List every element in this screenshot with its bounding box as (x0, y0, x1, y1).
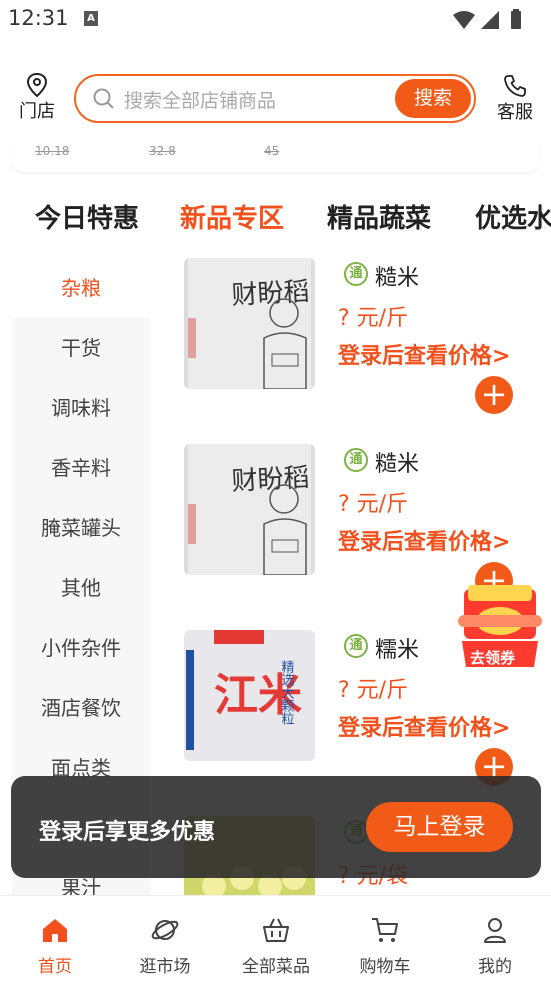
strikethrough-price: 32.8 (149, 144, 176, 158)
previous-section-strip: 10.18 32.8 45 (12, 138, 539, 172)
category-item-spices[interactable]: 香辛料 (12, 438, 150, 498)
search-bar[interactable]: 搜索全部店铺商品 搜索 (74, 74, 476, 123)
tab-today-deals[interactable]: 今日特惠 (35, 198, 139, 235)
phone-icon (504, 75, 526, 97)
nav-all-dishes[interactable]: 全部菜品 (236, 916, 316, 977)
coupon-float-button[interactable]: 去领券 (458, 585, 542, 671)
category-item-dried-goods[interactable]: 干货 (12, 318, 150, 378)
basket-icon (263, 918, 289, 942)
product-badge: 通 (344, 448, 368, 472)
section-tabs: 今日特惠 新品专区 精品蔬菜 优选水果 (15, 184, 551, 254)
category-item-small-items[interactable]: 小件杂件 (12, 618, 150, 678)
wifi-icon (453, 11, 475, 29)
login-to-view-price[interactable]: 登录后查看价格> (338, 338, 521, 370)
notification-icon: A (84, 11, 98, 26)
product-price: ? 元/斤 (338, 492, 409, 517)
product-name: 糙米 (375, 266, 420, 291)
product-image[interactable]: 财盼稻 (184, 444, 315, 575)
nav-home[interactable]: 首页 (15, 916, 95, 977)
search-input[interactable]: 搜索全部店铺商品 (124, 86, 276, 113)
product-image[interactable]: 财盼稻 (184, 258, 315, 389)
service-label: 客服 (497, 102, 533, 123)
product-badge: 通 (344, 634, 368, 658)
user-icon (484, 918, 506, 943)
category-item-pickles-cans[interactable]: 腌菜罐头 (12, 498, 150, 558)
planet-icon (151, 920, 179, 940)
product-price: ? 元/斤 (338, 678, 409, 703)
signal-icon (481, 11, 499, 29)
nav-cart[interactable]: 购物车 (345, 916, 425, 977)
product-image-text: 财盼稻 (231, 277, 310, 311)
product-image[interactable]: 江米 精选大颗粒 (184, 630, 315, 761)
product-card[interactable]: 财盼稻 通 糙米 ? 元/斤 登录后查看价格> + (150, 258, 540, 444)
product-name: 糙米 (375, 452, 420, 477)
search-button[interactable]: 搜索 (395, 79, 471, 118)
product-image-text: 财盼稻 (231, 463, 310, 497)
search-icon (93, 88, 114, 109)
store-button[interactable]: 门店 (14, 72, 60, 123)
cart-icon (372, 918, 398, 942)
coupon-label: 去领券 (470, 649, 516, 667)
status-time: 12:31 (8, 6, 69, 30)
nav-home-label: 首页 (38, 957, 72, 977)
product-badge: 通 (344, 262, 368, 286)
login-prompt-toast: 登录后享更多优惠 马上登录 (11, 776, 541, 878)
bottom-nav: 首页 逛市场 全部菜品 购物车 我的 (0, 895, 551, 982)
category-item-other[interactable]: 其他 (12, 558, 150, 618)
add-to-cart-button[interactable]: + (475, 376, 513, 414)
category-item-hotel-dining[interactable]: 酒店餐饮 (12, 678, 150, 738)
system-icons (451, 9, 537, 35)
nav-cart-label: 购物车 (359, 957, 411, 977)
login-to-view-price[interactable]: 登录后查看价格> (338, 524, 521, 556)
product-price: ? 元/斤 (338, 306, 409, 331)
top-header: 门店 搜索全部店铺商品 搜索 客服 (0, 64, 551, 138)
login-prompt-message: 登录后享更多优惠 (39, 820, 216, 845)
nav-all-dishes-label: 全部菜品 (242, 957, 310, 977)
status-bar: 12:31 A (0, 0, 551, 40)
login-to-view-price[interactable]: 登录后查看价格> (338, 710, 521, 742)
strikethrough-price: 45 (264, 144, 280, 158)
strikethrough-price: 10.18 (35, 144, 70, 158)
customer-service-button[interactable]: 客服 (494, 74, 536, 124)
product-image-side-text: 精选大颗粒 (279, 660, 295, 725)
nav-mine-label: 我的 (478, 957, 512, 977)
nav-market-label: 逛市场 (139, 957, 191, 977)
product-name: 糯米 (375, 638, 420, 663)
battery-icon (511, 11, 521, 29)
tab-premium-vegetables[interactable]: 精品蔬菜 (327, 198, 431, 235)
tab-selected-fruits[interactable]: 优选水果 (475, 198, 551, 235)
category-item-seasoning[interactable]: 调味料 (12, 378, 150, 438)
location-pin-icon (26, 72, 48, 98)
nav-market[interactable]: 逛市场 (125, 916, 205, 977)
nav-mine[interactable]: 我的 (455, 916, 535, 977)
tab-new-products[interactable]: 新品专区 (180, 198, 284, 235)
home-icon (43, 919, 67, 942)
category-item-grains[interactable]: 杂粮 (12, 258, 150, 318)
login-now-button[interactable]: 马上登录 (366, 802, 513, 852)
store-label: 门店 (19, 101, 55, 122)
